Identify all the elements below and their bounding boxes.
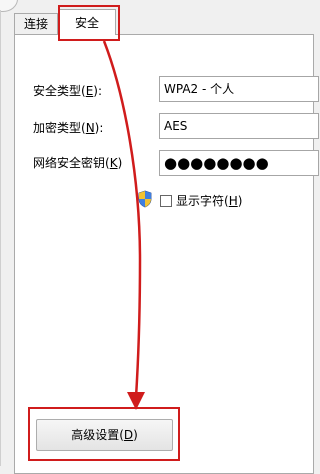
show-characters-label[interactable]: 显示字符(H) [176, 193, 242, 209]
show-characters-checkbox[interactable] [160, 195, 172, 207]
encryption-type-label: 加密类型(N): [33, 121, 104, 135]
security-type-select[interactable]: WPA2 - 个人 [159, 76, 319, 102]
network-key-label: 网络安全密钥(K) [33, 156, 123, 170]
button-highlight-annotation [28, 407, 180, 461]
tab-connection[interactable]: 连接 [14, 13, 58, 34]
window-corner-decoration [0, 0, 18, 12]
network-key-value: ●●●●●●●● [164, 154, 269, 172]
network-key-input[interactable]: ●●●●●●●● [159, 150, 319, 176]
security-type-label: 安全类型(E): [33, 84, 103, 98]
window-edge [0, 10, 1, 466]
uac-shield-icon [138, 190, 152, 208]
tab-highlight-annotation [58, 5, 120, 41]
encryption-type-value: AES [164, 119, 188, 133]
tab-connection-label: 连接 [23, 17, 48, 31]
encryption-type-select[interactable]: AES [159, 113, 319, 139]
security-type-value: WPA2 - 个人 [164, 82, 235, 96]
